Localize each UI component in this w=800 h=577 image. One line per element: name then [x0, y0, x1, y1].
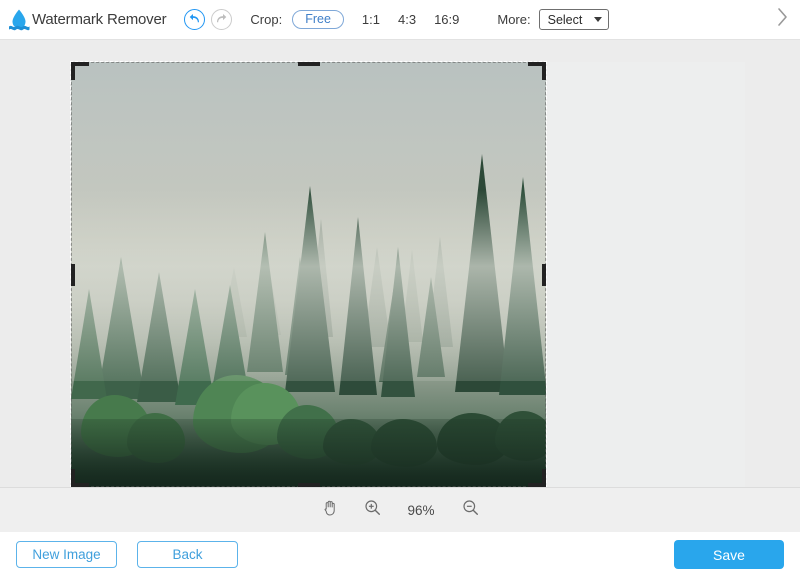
crop-handle-right-center[interactable]: [542, 263, 546, 286]
back-button[interactable]: Back: [137, 541, 238, 568]
undo-arrow-icon: [188, 13, 201, 26]
app-title: Watermark Remover: [32, 11, 167, 28]
hand-pan-icon: [322, 499, 338, 521]
top-toolbar: Watermark Remover Crop: Free 1:1 4:3 16:…: [0, 0, 800, 40]
app-window: Watermark Remover Crop: Free 1:1 4:3 16:…: [0, 0, 800, 577]
ratio-1-1-button[interactable]: 1:1: [362, 12, 380, 27]
crop-selection[interactable]: [70, 61, 547, 487]
magnifier-plus-icon: [364, 499, 381, 521]
chevron-right-icon: [776, 7, 789, 32]
image-frame: [70, 61, 745, 487]
crop-label: Crop:: [250, 12, 283, 27]
zoom-toolbar: 96%: [0, 487, 800, 532]
new-image-button[interactable]: New Image: [16, 541, 117, 568]
redo-button[interactable]: [211, 9, 233, 30]
more-select-value: Select: [547, 12, 583, 27]
zoom-out-button[interactable]: [460, 500, 480, 520]
crop-handle-bottom-right[interactable]: [542, 469, 546, 487]
crop-handle-top-right[interactable]: [542, 62, 546, 80]
brand: Watermark Remover: [8, 8, 167, 32]
crop-handle-top-center[interactable]: [297, 62, 320, 66]
history-controls: [184, 9, 233, 30]
hand-pan-button[interactable]: [320, 500, 340, 520]
canvas-area: [0, 40, 800, 487]
chevron-down-icon: [593, 17, 602, 22]
zoom-level-value: 96%: [407, 502, 435, 518]
footer-bar: New Image Back Save: [0, 532, 800, 577]
more-select-dropdown[interactable]: Select: [538, 9, 609, 30]
crop-handle-top-left[interactable]: [71, 62, 75, 80]
crop-handle-bottom-center[interactable]: [297, 483, 320, 487]
magnifier-minus-icon: [462, 499, 479, 521]
save-button[interactable]: Save: [674, 540, 784, 569]
more-label: More:: [497, 12, 531, 27]
water-drop-icon: [8, 8, 30, 32]
crop-handle-bottom-left[interactable]: [71, 469, 75, 487]
next-panel-button[interactable]: [770, 6, 794, 34]
crop-handle-left-center[interactable]: [71, 263, 75, 286]
source-image: [71, 62, 546, 487]
ratio-free-button[interactable]: Free: [292, 9, 344, 30]
redo-arrow-icon: [215, 13, 228, 26]
ratio-16-9-button[interactable]: 16:9: [434, 12, 459, 27]
ratio-4-3-button[interactable]: 4:3: [398, 12, 416, 27]
undo-button[interactable]: [184, 9, 206, 30]
zoom-in-button[interactable]: [362, 500, 382, 520]
